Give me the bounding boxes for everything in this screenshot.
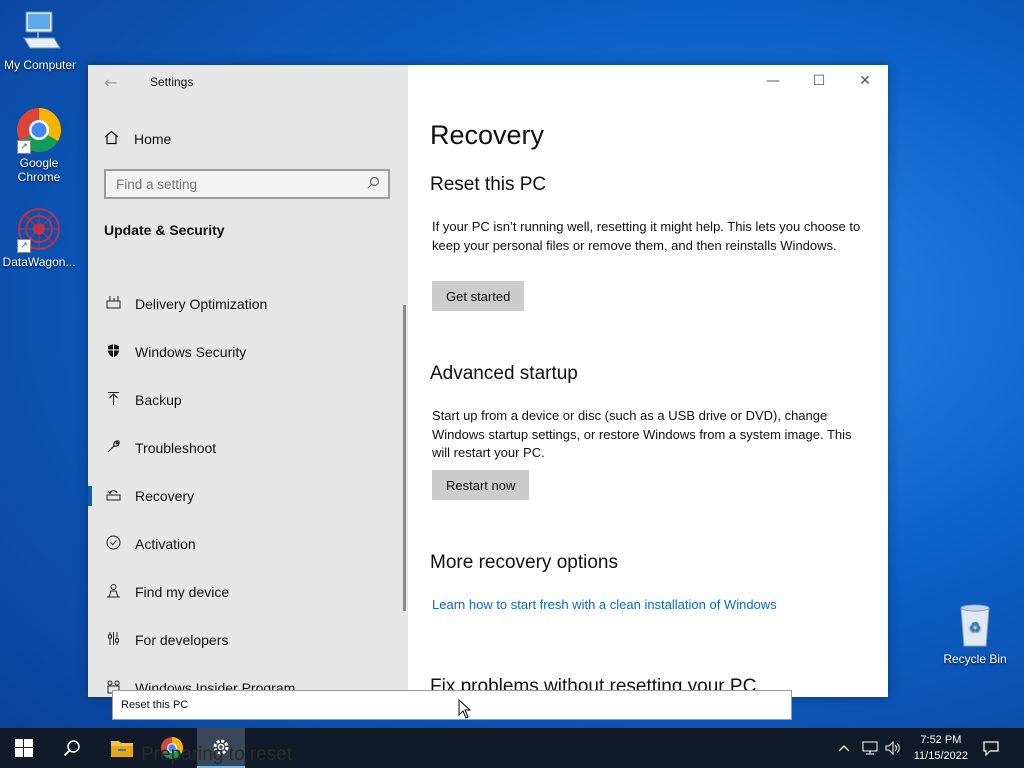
get-started-button[interactable]: Get started xyxy=(432,281,525,311)
desktop-icon-label: My Computer xyxy=(3,58,77,72)
restart-now-button[interactable]: Restart now xyxy=(432,470,530,500)
sidebar-item-find-my-device[interactable]: Find my device xyxy=(88,568,408,616)
computer-icon xyxy=(16,8,64,56)
section-title: Update & Security xyxy=(104,222,225,238)
sidebar-item-activation[interactable]: Activation xyxy=(88,520,408,568)
desktop-icon-label: Recycle Bin xyxy=(943,652,1007,666)
sidebar-item-label: For developers xyxy=(135,632,229,648)
clean-install-link[interactable]: Learn how to start fresh with a clean in… xyxy=(432,597,777,612)
delivery-optimization-icon xyxy=(104,295,122,314)
datawagon-icon: ↗ xyxy=(15,205,63,253)
checkmark-circle-icon xyxy=(104,535,122,554)
sidebar-scrollbar[interactable] xyxy=(403,305,406,611)
desktop-icon-google-chrome[interactable]: ↗ Google Chrome xyxy=(0,106,79,184)
desktop-icon-label: Google Chrome xyxy=(17,156,61,184)
taskbar-search-button[interactable] xyxy=(48,728,96,768)
reset-heading: Reset this PC xyxy=(430,174,547,195)
person-location-icon xyxy=(104,583,122,602)
notifications-icon[interactable] xyxy=(982,728,1000,768)
shield-icon xyxy=(104,343,122,362)
desktop-icon-datawagon[interactable]: ↗ DataWagon... xyxy=(0,205,79,269)
network-icon[interactable] xyxy=(861,728,879,768)
search-icon xyxy=(63,740,80,757)
desktop-icon-label: DataWagon... xyxy=(2,255,76,269)
taskbar-clock[interactable]: 7:52 PM 11/15/2022 xyxy=(914,732,968,764)
clock-time: 7:52 PM xyxy=(920,734,962,746)
windows-logo-icon xyxy=(15,739,33,757)
sidebar-item-label: Activation xyxy=(135,536,196,552)
app-title: Settings xyxy=(150,75,194,89)
recovery-icon xyxy=(104,487,122,506)
maximize-icon[interactable]: ☐ xyxy=(796,65,842,97)
settings-window: ← Settings Home Update & Security Delive… xyxy=(88,65,888,697)
sidebar-item-troubleshoot[interactable]: Troubleshoot xyxy=(88,424,408,472)
volume-icon[interactable] xyxy=(884,728,902,768)
home-icon xyxy=(104,130,120,148)
developer-tools-icon xyxy=(104,631,122,650)
page-title: Recovery xyxy=(430,120,545,150)
clock-date: 11/15/2022 xyxy=(913,750,968,762)
start-button[interactable] xyxy=(0,728,48,768)
shortcut-arrow-icon: ↗ xyxy=(17,239,31,253)
sidebar-home-label: Home xyxy=(134,131,172,147)
sidebar-nav: Delivery Optimization Windows Security B… xyxy=(88,280,408,697)
reset-tooltip: Reset this PC xyxy=(112,690,792,720)
sidebar-item-backup[interactable]: Backup xyxy=(88,376,408,424)
back-arrow-icon[interactable]: ← xyxy=(104,73,117,92)
background-status-text: Preparing to reset xyxy=(141,744,293,765)
reset-description: If your PC isn’t running well, resetting… xyxy=(432,219,861,253)
desktop-icon-my-computer[interactable]: My Computer xyxy=(0,8,80,72)
shortcut-arrow-icon: ↗ xyxy=(17,140,31,154)
find-setting-search[interactable] xyxy=(104,169,390,199)
folder-icon xyxy=(111,741,133,757)
backup-arrow-icon xyxy=(104,391,122,410)
tray-overflow-icon[interactable] xyxy=(838,728,850,768)
more-options-heading: More recovery options xyxy=(430,552,618,573)
recycle-bin-icon: ♻ xyxy=(951,602,999,650)
recovery-content: — ☐ ✕ Recovery Reset this PC If your PC … xyxy=(408,65,888,697)
wrench-icon xyxy=(104,439,122,458)
sidebar-item-windows-security[interactable]: Windows Security xyxy=(88,328,408,376)
minimize-icon[interactable]: — xyxy=(750,65,796,97)
sidebar-item-label: Backup xyxy=(135,392,182,408)
taskbar: Preparing to reset 7:52 PM 11/15/2022 xyxy=(0,728,1024,768)
advanced-startup-description: Start up from a device or disc (such as … xyxy=(432,408,852,460)
window-controls: — ☐ ✕ xyxy=(750,65,888,97)
sidebar-item-label: Troubleshoot xyxy=(135,440,217,456)
svg-text:♻: ♻ xyxy=(969,619,982,635)
sidebar-item-label: Recovery xyxy=(135,488,195,504)
sidebar-item-delivery-optimization[interactable]: Delivery Optimization xyxy=(88,280,408,328)
sidebar-item-recovery[interactable]: Recovery xyxy=(88,472,408,520)
advanced-startup-heading: Advanced startup xyxy=(430,363,578,384)
sidebar-item-for-developers[interactable]: For developers xyxy=(88,616,408,664)
taskbar-file-explorer[interactable] xyxy=(98,728,146,768)
chrome-icon: ↗ xyxy=(15,106,63,154)
sidebar-home[interactable]: Home xyxy=(104,129,171,149)
sidebar-item-label: Find my device xyxy=(135,584,230,600)
sidebar-item-label: Windows Security xyxy=(135,344,247,360)
close-icon[interactable]: ✕ xyxy=(842,65,888,97)
search-input[interactable] xyxy=(106,175,358,193)
settings-sidebar: ← Settings Home Update & Security Delive… xyxy=(88,65,408,697)
search-icon[interactable] xyxy=(367,176,380,192)
desktop-icon-recycle-bin[interactable]: ♻ Recycle Bin xyxy=(935,602,1015,666)
sidebar-item-label: Delivery Optimization xyxy=(135,296,268,312)
